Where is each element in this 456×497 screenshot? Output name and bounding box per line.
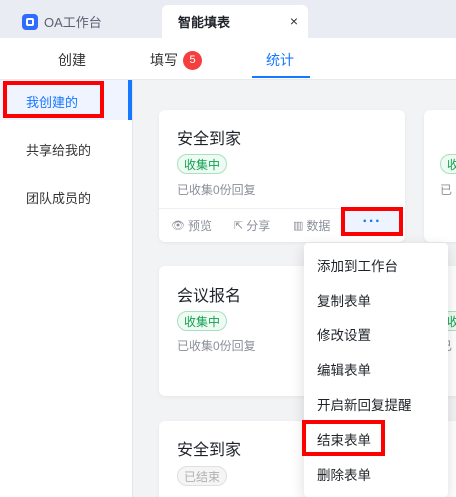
nav-stats[interactable]: 统计 [266, 50, 294, 70]
sub-navigation: 创建 填写 5 统计 [0, 38, 456, 80]
sidebar: 我创建的 共享给我的 团队成员的 [0, 80, 132, 497]
partial-status-badge: 收 [440, 154, 456, 174]
form-title: 安全到家 [177, 131, 242, 148]
menu-item-add-to-workbench[interactable]: 添加到工作台 [317, 255, 398, 275]
share-label: 分享 [246, 219, 271, 233]
more-options-button[interactable]: ··· [341, 207, 403, 236]
data-button[interactable]: ▥ 数据 [293, 217, 330, 234]
share-icon: ⇱ [234, 220, 244, 232]
status-badge: 已结束 [177, 466, 228, 486]
data-label: 数据 [306, 219, 331, 233]
menu-item-delete-form[interactable]: 删除表单 [317, 464, 371, 484]
sidebar-item-team-members[interactable]: 团队成员的 [26, 188, 91, 207]
form-title: 安全到家 [177, 442, 242, 459]
tab-oa-label: OA工作台 [44, 15, 102, 30]
partial-response-count: 已 [440, 183, 453, 197]
sidebar-item-shared-with-me[interactable]: 共享给我的 [26, 140, 91, 159]
preview-label: 预览 [187, 219, 212, 233]
nav-fill-label: 填写 [150, 52, 178, 68]
highlight-box-created-by-me [3, 81, 104, 118]
response-count: 已收集0份回复 [177, 183, 256, 197]
oa-app-icon [22, 13, 38, 30]
active-tab-underline [252, 76, 310, 78]
menu-item-copy-form[interactable]: 复制表单 [317, 290, 371, 310]
more-options-menu: 添加到工作台 复制表单 修改设置 编辑表单 开启新回复提醒 结束表单 删除表单 [304, 243, 448, 497]
sidebar-divider [132, 80, 133, 497]
menu-item-edit-form[interactable]: 编辑表单 [317, 359, 371, 379]
highlight-box-end-form [302, 420, 385, 456]
nav-create[interactable]: 创建 [58, 50, 86, 70]
share-button[interactable]: ⇱ 分享 [234, 217, 270, 234]
form-card-partial[interactable]: 收 已 [424, 110, 456, 242]
bar-chart-icon: ▥ [293, 220, 304, 232]
nav-fill[interactable]: 填写 5 [150, 50, 202, 70]
notification-badge: 5 [183, 50, 202, 70]
status-badge: 收集中 [177, 154, 228, 174]
status-badge: 收集中 [177, 311, 228, 331]
form-title: 会议报名 [177, 288, 242, 305]
menu-item-enable-reply-reminder[interactable]: 开启新回复提醒 [317, 394, 412, 414]
partial-form-title [440, 125, 444, 143]
menu-item-edit-settings[interactable]: 修改设置 [317, 324, 371, 344]
close-icon[interactable]: × [290, 13, 298, 29]
browser-tab-bar: OA工作台 智能填表 × [0, 0, 456, 38]
preview-button[interactable]: 👁 预览 [171, 217, 212, 234]
tab-smart-form[interactable]: 智能填表 × [162, 5, 308, 38]
tab-oa-workbench[interactable]: OA工作台 [22, 5, 102, 38]
tab-smart-form-label: 智能填表 [178, 15, 231, 30]
eye-icon: 👁 [171, 220, 185, 232]
response-count: 已收集0份回复 [177, 339, 256, 353]
